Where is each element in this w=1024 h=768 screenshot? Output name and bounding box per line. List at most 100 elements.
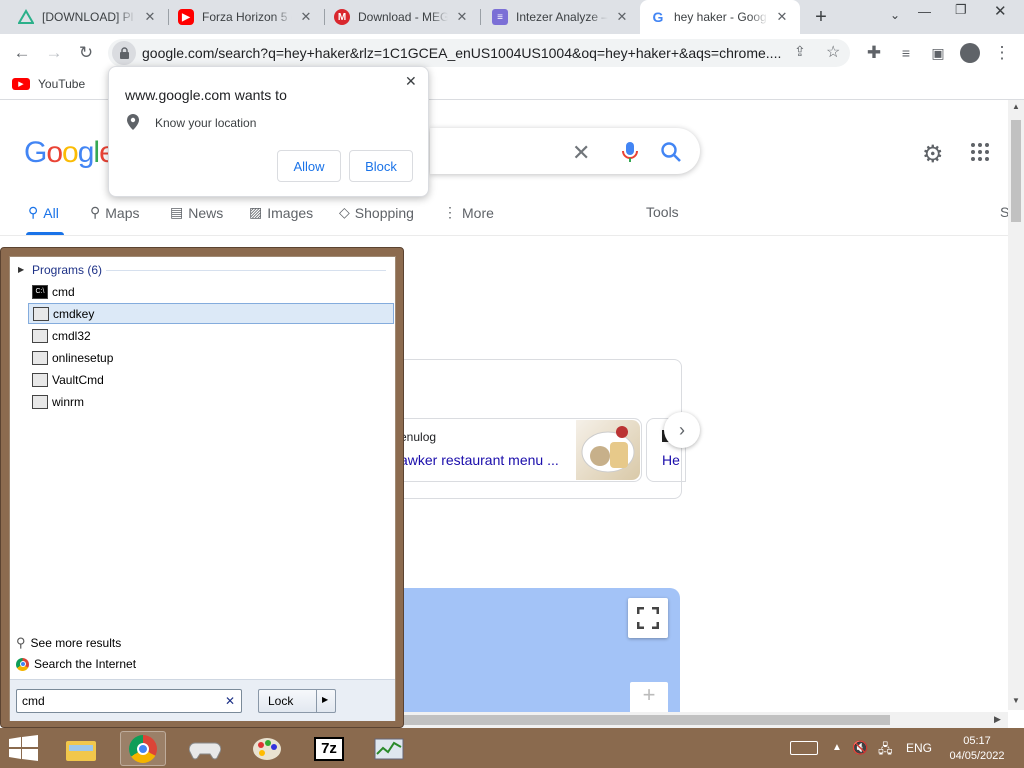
task-manager-icon[interactable]	[366, 731, 412, 766]
tab-download-pl[interactable]: [DOWNLOAD] Pl ✕	[8, 0, 168, 34]
close-tab-icon[interactable]: ✕	[614, 9, 630, 25]
nav-divider	[0, 235, 1010, 236]
programs-group-header[interactable]: Programs (6)	[32, 263, 102, 277]
bookmark-star-icon[interactable]: ☆	[826, 42, 840, 62]
phone-app-icon	[32, 328, 48, 343]
tab-strip: [DOWNLOAD] Pl ✕ ▶ Forza Horizon 5 ( ✕ M …	[0, 0, 1024, 34]
group-divider	[106, 270, 386, 271]
google-logo[interactable]: Google	[24, 136, 116, 170]
close-tab-icon[interactable]: ✕	[142, 9, 158, 25]
gamepad-icon[interactable]	[182, 731, 228, 766]
vertical-scroll-thumb[interactable]	[1011, 120, 1021, 222]
collapse-triangle-icon[interactable]: ▶	[18, 265, 24, 274]
apps-grid-icon[interactable]	[970, 142, 990, 167]
location-blocked-icon[interactable]	[112, 41, 136, 65]
result-title-link-2[interactable]: He	[662, 452, 680, 468]
program-item-cmdkey[interactable]: cmdkey	[28, 303, 394, 324]
voice-search-icon[interactable]	[620, 140, 640, 169]
tab-all[interactable]: ⚲ All	[28, 204, 59, 221]
more-dots-icon: ⋮	[443, 204, 457, 220]
new-tab-button[interactable]: +	[810, 6, 832, 28]
close-tab-icon[interactable]: ✕	[774, 9, 790, 25]
paint-palette-icon[interactable]	[244, 731, 290, 766]
tab-more[interactable]: ⋮ More	[443, 204, 494, 221]
lock-button[interactable]: Lock ▶	[258, 689, 336, 713]
tab-shopping[interactable]: ◇ Shopping	[339, 204, 414, 221]
block-button[interactable]: Block	[349, 150, 413, 182]
program-item-vaultcmd[interactable]: VaultCmd	[28, 369, 394, 390]
url-text: google.com/search?q=hey+haker&rlz=1C1GCE…	[142, 45, 782, 61]
file-explorer-icon[interactable]	[58, 731, 104, 766]
allow-button[interactable]: Allow	[277, 150, 341, 182]
vertical-scrollbar[interactable]: ▲ ▼	[1008, 100, 1024, 710]
chrome-taskbar-icon[interactable]	[120, 731, 166, 766]
tab-mega[interactable]: M Download - MEG ✕	[324, 0, 480, 34]
share-icon[interactable]: ⇪	[794, 43, 806, 60]
close-window-icon[interactable]: ✕	[994, 2, 1007, 20]
window-app-icon	[32, 372, 48, 387]
magnifier-icon: ⚲	[16, 635, 26, 650]
tab-intezer[interactable]: ≡ Intezer Analyze – ✕	[482, 0, 640, 34]
tab-google-active[interactable]: G hey haker - Goog ✕	[640, 0, 800, 34]
tab-search-chevron-icon[interactable]: ⌄	[890, 8, 900, 22]
program-item-winrm[interactable]: winrm	[28, 391, 394, 412]
windows-start-icon[interactable]	[8, 735, 40, 766]
extensions-icon[interactable]: ✚	[860, 39, 888, 67]
tab-forza[interactable]: ▶ Forza Horizon 5 ( ✕	[168, 0, 324, 34]
start-search-input[interactable]: cmd ✕	[16, 689, 242, 713]
popup-title: www.google.com wants to	[125, 87, 287, 103]
restore-icon[interactable]: ❐	[955, 2, 967, 18]
triangle-icon	[18, 9, 34, 25]
7zip-icon[interactable]: 7z	[306, 731, 352, 766]
tag-icon: ◇	[339, 204, 350, 220]
address-bar[interactable]: google.com/search?q=hey+haker&rlz=1C1GCE…	[108, 39, 850, 67]
program-item-onlinesetup[interactable]: onlinesetup	[28, 347, 394, 368]
scroll-down-arrow-icon[interactable]: ▼	[1012, 696, 1020, 705]
clear-input-icon[interactable]: ✕	[225, 694, 235, 708]
language-indicator[interactable]: ENG	[906, 741, 932, 755]
permission-label: Know your location	[155, 116, 257, 130]
settings-gear-icon[interactable]: ⚙	[922, 140, 944, 169]
see-more-results-link[interactable]: ⚲ See more results	[16, 635, 121, 651]
clock[interactable]: 05:17 04/05/2022	[944, 734, 1010, 764]
clear-search-icon[interactable]: ✕	[572, 140, 590, 166]
scroll-up-arrow-icon[interactable]: ▲	[1012, 102, 1020, 111]
search-icon[interactable]	[660, 141, 682, 168]
tab-images[interactable]: ▨ Images	[249, 204, 313, 221]
search-internet-link[interactable]: Search the Internet	[16, 657, 136, 671]
location-permission-popup: www.google.com wants to ✕ Know your loca…	[108, 66, 429, 197]
horizontal-scrollbar[interactable]: ▶	[400, 712, 1008, 728]
zoom-in-icon[interactable]: +	[630, 682, 668, 712]
close-tab-icon[interactable]: ✕	[298, 9, 314, 25]
result-title-link[interactable]: awker restaurant menu ...	[400, 452, 568, 468]
tab-news[interactable]: ▤ News	[170, 204, 223, 221]
power-options-arrow-icon[interactable]: ▶	[322, 695, 328, 704]
forward-arrow-icon[interactable]: →	[40, 39, 68, 67]
food-thumbnail	[576, 420, 640, 480]
news-icon: ▤	[170, 204, 184, 220]
back-arrow-icon[interactable]: ←	[8, 39, 36, 67]
tools-button[interactable]: Tools	[646, 204, 679, 220]
reload-icon[interactable]: ↻	[72, 39, 100, 67]
volume-muted-icon[interactable]: 🔇	[852, 740, 868, 756]
profile-avatar-icon[interactable]	[956, 39, 984, 67]
popup-close-icon[interactable]: ✕	[405, 73, 417, 90]
network-icon[interactable]: 🖧	[878, 740, 893, 762]
setup-app-icon	[32, 394, 48, 409]
horizontal-scroll-thumb[interactable]	[400, 715, 890, 725]
minimize-icon[interactable]: —	[918, 4, 938, 19]
carousel-next-chevron-icon[interactable]: ›	[664, 412, 700, 448]
keyboard-icon[interactable]	[790, 741, 818, 755]
menu-kebab-icon[interactable]: ⋮	[988, 39, 1016, 67]
side-panel-icon[interactable]: ▣	[924, 39, 952, 67]
fullscreen-icon[interactable]	[628, 598, 668, 638]
show-hidden-icons-arrow-icon[interactable]: ▲	[832, 742, 842, 753]
bookmark-youtube[interactable]: ▶ YouTube	[12, 77, 85, 91]
tab-maps[interactable]: ⚲ Maps	[90, 204, 140, 221]
location-pin-icon	[127, 114, 139, 135]
media-control-icon[interactable]: ≡	[892, 39, 920, 67]
close-tab-icon[interactable]: ✕	[454, 9, 470, 25]
scroll-right-arrow-icon[interactable]: ▶	[994, 714, 1001, 725]
program-item-cmd[interactable]: C:\ cmd	[28, 281, 394, 302]
program-item-cmdl32[interactable]: cmdl32	[28, 325, 394, 346]
